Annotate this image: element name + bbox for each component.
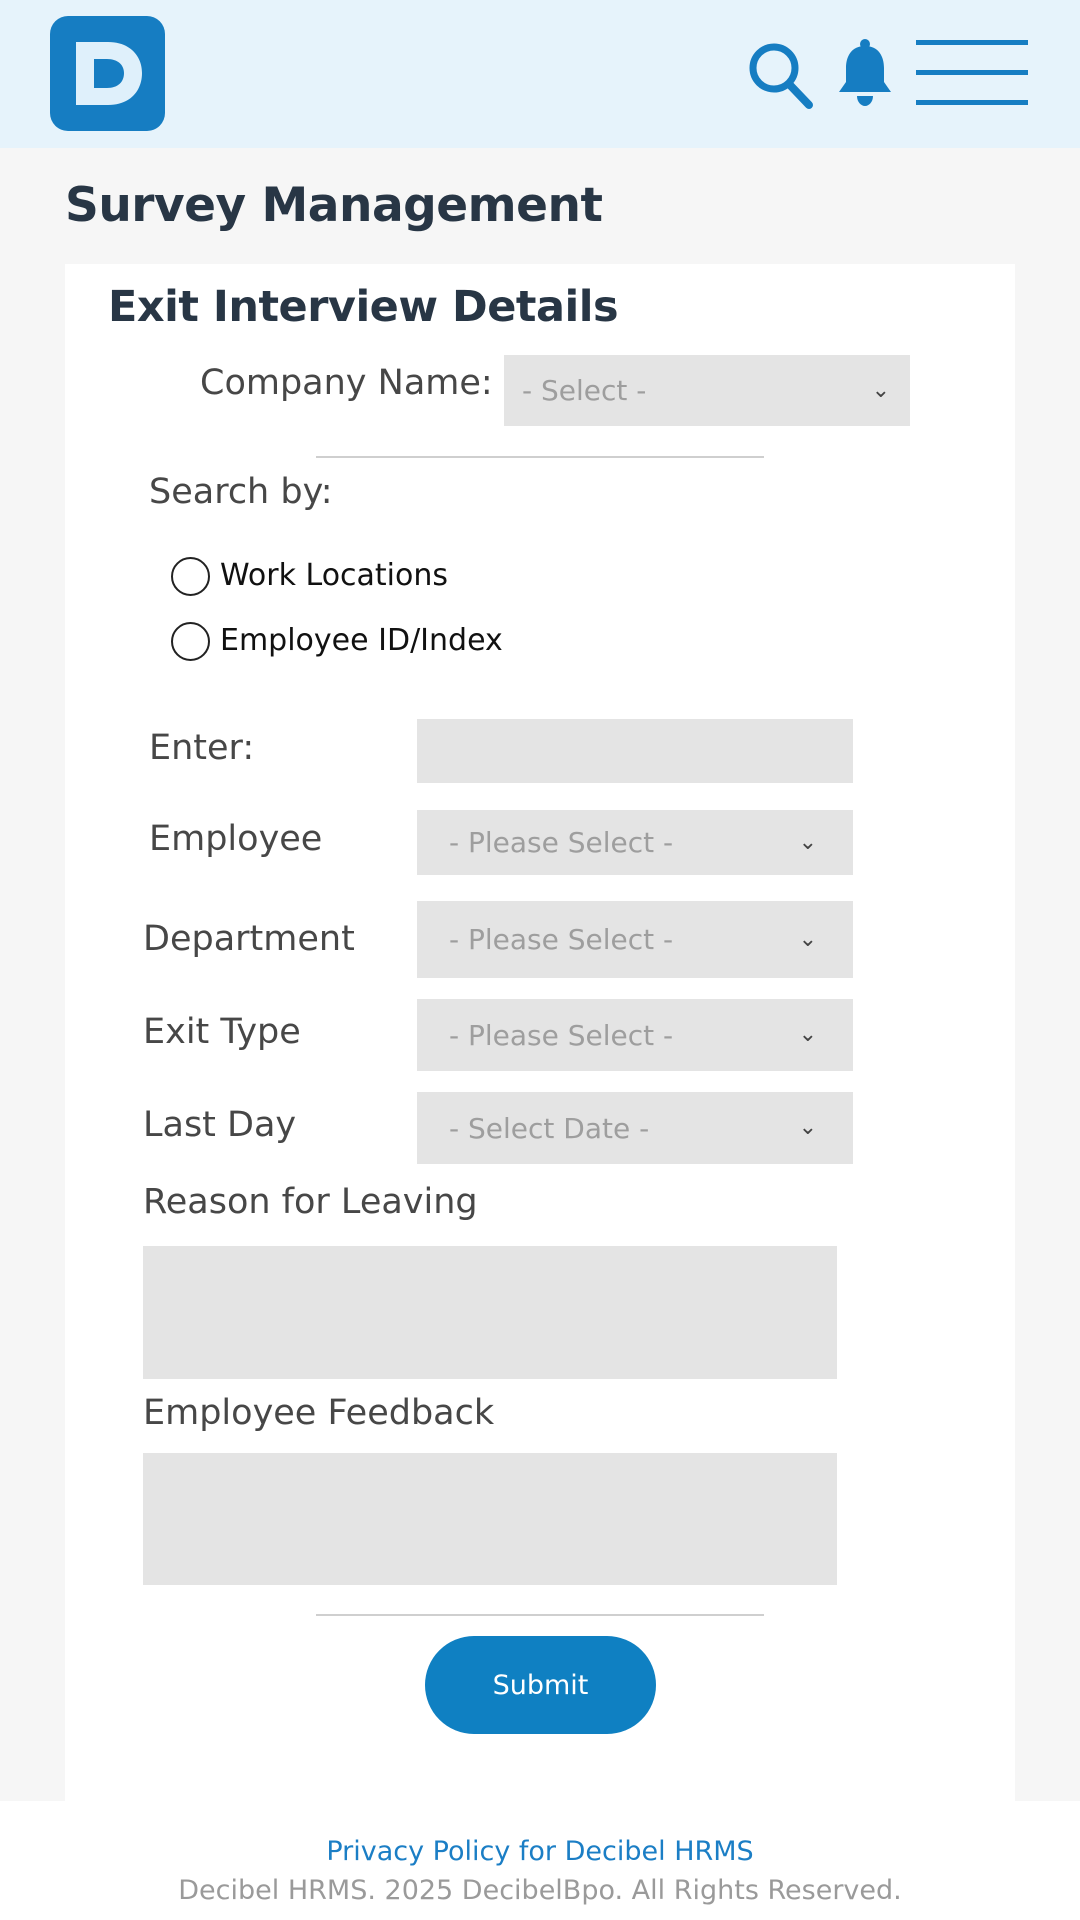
department-label: Department — [143, 919, 355, 959]
exit-type-select[interactable]: - Please Select - ⌄ — [417, 999, 853, 1071]
bell-icon[interactable] — [835, 38, 895, 108]
radio-work-locations-label[interactable]: Work Locations — [220, 558, 448, 593]
department-select[interactable]: - Please Select - ⌄ — [417, 901, 853, 978]
enter-label: Enter: — [149, 728, 255, 768]
last-day-value: - Select Date - — [449, 1111, 650, 1145]
chevron-down-icon: ⌄ — [798, 926, 817, 952]
search-by-label: Search by: — [149, 472, 333, 512]
reason-label: Reason for Leaving — [143, 1182, 478, 1222]
department-value: - Please Select - — [449, 923, 674, 956]
employee-value: - Please Select - — [449, 826, 674, 859]
radio-employee-id[interactable] — [171, 622, 210, 661]
exit-type-value: - Please Select - — [449, 1018, 674, 1052]
radio-work-locations[interactable] — [171, 557, 210, 596]
chevron-down-icon: ⌄ — [798, 1115, 817, 1140]
company-name-label: Company Name: — [200, 363, 493, 403]
last-day-date-picker[interactable]: - Select Date - ⌄ — [417, 1092, 853, 1164]
company-name-value: - Select - — [522, 374, 647, 407]
employee-select[interactable]: - Please Select - ⌄ — [417, 810, 853, 875]
company-name-select[interactable]: - Select - ⌄ — [504, 355, 910, 426]
chevron-down-icon: ⌄ — [798, 1022, 817, 1047]
decibel-logo-icon[interactable] — [50, 16, 165, 131]
page-title: Survey Management — [65, 178, 603, 233]
reason-textarea[interactable] — [143, 1246, 837, 1379]
divider — [316, 456, 764, 458]
privacy-policy-link[interactable]: Privacy Policy for Decibel HRMS — [0, 1836, 1080, 1867]
last-day-label: Last Day — [143, 1105, 297, 1145]
chevron-down-icon: ⌄ — [871, 377, 890, 403]
feedback-textarea[interactable] — [143, 1453, 837, 1585]
hamburger-menu-icon[interactable] — [916, 40, 1028, 108]
enter-input[interactable] — [417, 719, 853, 783]
chevron-down-icon: ⌄ — [798, 829, 817, 855]
submit-button[interactable]: Submit — [425, 1636, 656, 1734]
card-title: Exit Interview Details — [108, 282, 619, 332]
divider — [316, 1614, 764, 1616]
exit-type-label: Exit Type — [143, 1012, 301, 1052]
feedback-label: Employee Feedback — [143, 1393, 495, 1433]
radio-employee-id-label[interactable]: Employee ID/Index — [220, 623, 503, 658]
copyright-text: Decibel HRMS. 2025 DecibelBpo. All Right… — [178, 1875, 902, 1906]
employee-label: Employee — [149, 819, 323, 859]
search-icon[interactable] — [746, 40, 816, 112]
